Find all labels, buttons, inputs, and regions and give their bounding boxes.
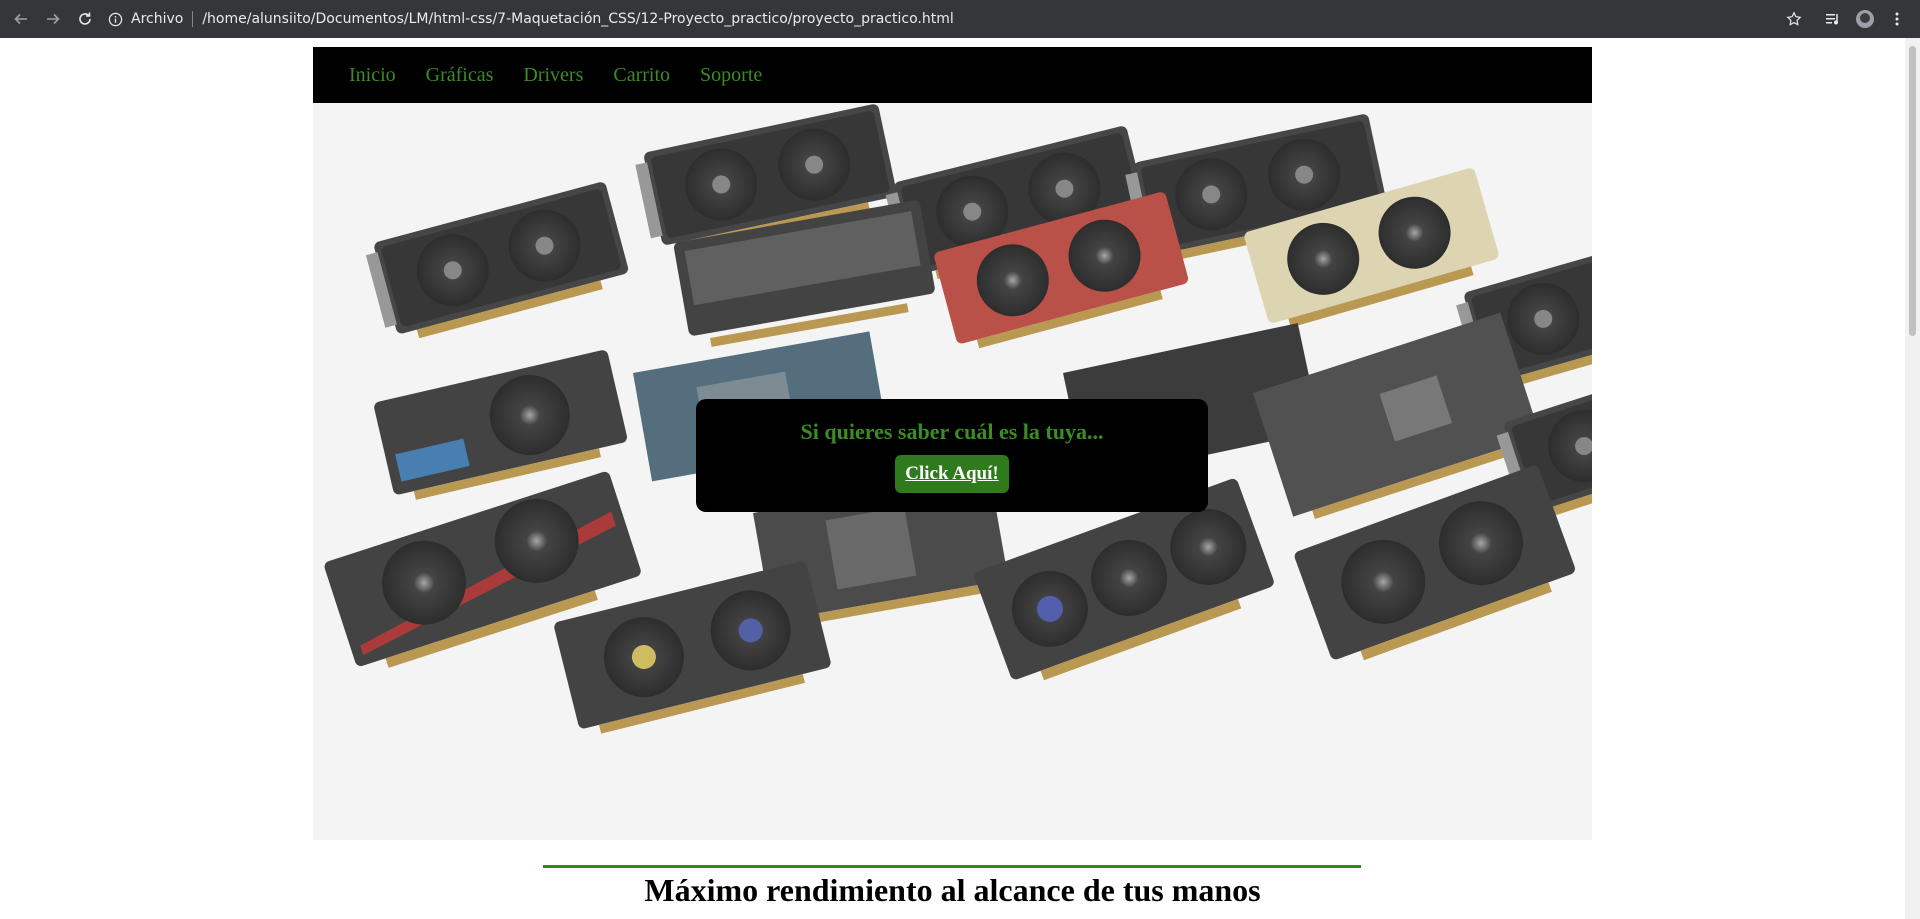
profile-avatar-icon[interactable]	[1855, 9, 1875, 29]
url-text[interactable]: /home/alunsiito/Documentos/LM/html-css/7…	[202, 11, 953, 27]
reload-icon[interactable]	[74, 8, 96, 30]
address-bar[interactable]: Archivo /home/alunsiito/Documentos/LM/ht…	[108, 6, 1800, 32]
file-scheme-label: Archivo	[131, 11, 184, 27]
info-icon[interactable]	[108, 12, 123, 27]
section-divider	[543, 865, 1361, 868]
kebab-menu-icon[interactable]	[1887, 9, 1907, 29]
nav-link-soporte[interactable]: Soporte	[700, 64, 762, 86]
omnibox-separator	[192, 11, 194, 27]
nav-link-carrito[interactable]: Carrito	[613, 64, 670, 86]
nav-link-drivers[interactable]: Drivers	[523, 64, 583, 86]
back-arrow-icon[interactable]	[10, 8, 32, 30]
hero-banner: Si quieres saber cuál es la tuya... Clic…	[313, 103, 1592, 840]
section-headline: Máximo rendimiento al alcance de tus man…	[644, 872, 1261, 908]
page-viewport: Inicio Gráficas Drivers Carrito Soporte	[0, 38, 1905, 919]
click-here-button[interactable]: Click Aquí!	[895, 455, 1009, 493]
nav-link-inicio[interactable]: Inicio	[349, 64, 396, 86]
site-navbar: Inicio Gráficas Drivers Carrito Soporte	[313, 47, 1592, 103]
forward-arrow-icon[interactable]	[42, 8, 64, 30]
media-queue-icon[interactable]	[1823, 9, 1843, 29]
browser-toolbar: Archivo /home/alunsiito/Documentos/LM/ht…	[0, 0, 1920, 38]
star-bookmark-icon[interactable]	[1784, 9, 1804, 29]
nav-link-graficas[interactable]: Gráficas	[426, 64, 494, 86]
cta-box: Si quieres saber cuál es la tuya... Clic…	[696, 399, 1208, 512]
page-scrollbar[interactable]	[1905, 38, 1920, 919]
cta-text: Si quieres saber cuál es la tuya...	[800, 419, 1104, 444]
scrollbar-thumb[interactable]	[1909, 46, 1916, 336]
